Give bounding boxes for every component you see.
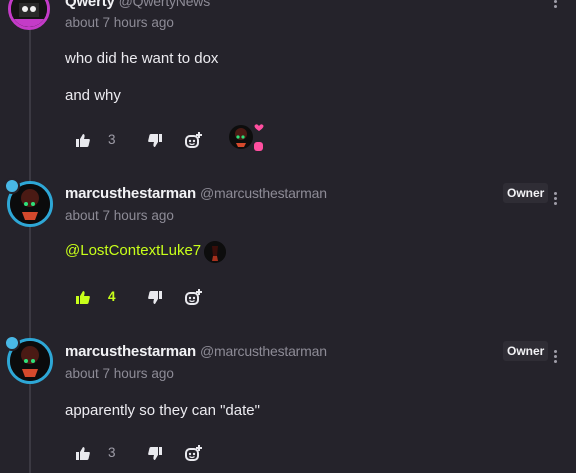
author-handle[interactable]: @QwertyNews (119, 0, 211, 9)
thumbs-up-icon (76, 446, 90, 460)
author-handle[interactable]: @marcusthestarman (200, 185, 327, 201)
thumbs-down-icon (148, 446, 162, 460)
comment: marcusthestarman @marcusthestarman Owner … (0, 160, 576, 317)
reaction-sticker[interactable] (227, 123, 267, 155)
dislike-button[interactable] (146, 285, 164, 309)
avatar-badge (4, 178, 20, 194)
author-name[interactable]: marcusthestarman (65, 185, 196, 202)
comment-author[interactable]: Qwerty @QwertyNews (65, 0, 210, 10)
comment-actions: 4 (0, 285, 576, 309)
avatar-badge (4, 335, 20, 351)
avatar[interactable] (8, 0, 50, 30)
reply-add-icon (185, 131, 202, 148)
comment: marcusthestarman @marcusthestarman Owner … (0, 317, 576, 473)
kebab-menu-icon[interactable] (551, 192, 559, 206)
dislike-button[interactable] (146, 441, 164, 465)
thumbs-up-icon (76, 133, 90, 147)
comment-timestamp[interactable]: about 7 hours ago (65, 366, 174, 381)
comment-text-line: who did he want to dox (65, 50, 219, 67)
thumbs-up-icon (76, 290, 90, 304)
comment-author[interactable]: marcusthestarman @marcusthestarman (65, 185, 327, 202)
avatar-image (11, 0, 47, 27)
like-count: 3 (108, 132, 116, 147)
kebab-menu-icon[interactable] (551, 0, 559, 14)
thumbs-down-icon (148, 290, 162, 304)
comment-actions: 3 (0, 441, 576, 465)
avatar-reaction-icon (229, 124, 264, 151)
comment-actions: 3 (0, 124, 576, 152)
comment-author[interactable]: marcusthestarman @marcusthestarman (65, 343, 327, 360)
mention-link[interactable]: @LostContextLuke7 (65, 242, 201, 259)
like-button[interactable] (74, 128, 92, 152)
author-name[interactable]: Qwerty (65, 0, 115, 10)
like-button[interactable] (74, 285, 92, 309)
heart-icon (254, 124, 264, 131)
reply-button[interactable] (184, 441, 204, 465)
comment-text-line: @LostContextLuke7 (65, 242, 201, 259)
comment: Qwerty @QwertyNews about 7 hours ago who … (0, 0, 576, 160)
owner-badge: Owner (503, 341, 549, 361)
mention-avatar-image (204, 241, 226, 263)
reply-button[interactable] (184, 285, 204, 309)
comment-text-line: and why (65, 87, 121, 104)
kebab-menu-icon[interactable] (551, 350, 559, 364)
reply-button[interactable] (184, 128, 204, 152)
comment-timestamp[interactable]: about 7 hours ago (65, 15, 174, 30)
author-name[interactable]: marcusthestarman (65, 343, 196, 360)
mention-avatar[interactable] (204, 241, 226, 263)
like-count: 3 (108, 445, 116, 460)
author-handle[interactable]: @marcusthestarman (200, 343, 327, 359)
comment-timestamp[interactable]: about 7 hours ago (65, 208, 174, 223)
owner-badge: Owner (503, 183, 549, 203)
like-button[interactable] (74, 441, 92, 465)
thumbs-down-icon (148, 133, 162, 147)
dislike-button[interactable] (146, 128, 164, 152)
like-count: 4 (108, 289, 116, 304)
reply-add-icon (185, 444, 202, 461)
comment-text-line: apparently so they can "date" (65, 402, 260, 419)
reply-add-icon (185, 288, 202, 305)
